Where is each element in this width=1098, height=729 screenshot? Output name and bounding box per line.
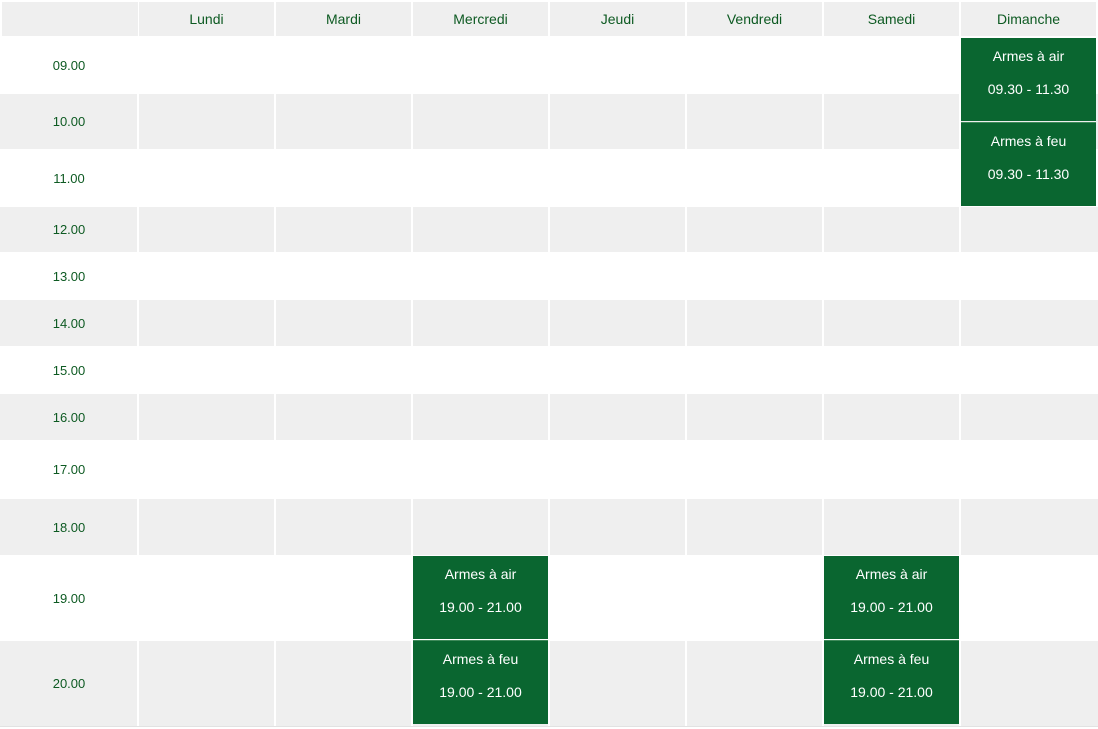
time-label: 14.00 bbox=[52, 315, 86, 331]
event-mercredi-feu[interactable]: Armes à feu 19.00 - 21.00 bbox=[413, 640, 548, 724]
event-time: 19.00 - 21.00 bbox=[850, 599, 933, 615]
event-time: 19.00 - 21.00 bbox=[850, 684, 933, 700]
time-label: 10.00 bbox=[52, 114, 86, 129]
time-label: 18.00 bbox=[52, 519, 86, 535]
column-divider bbox=[137, 36, 139, 726]
time-label: 11.00 bbox=[53, 170, 85, 186]
column-divider bbox=[685, 36, 687, 726]
time-label: 19.00 bbox=[52, 590, 86, 606]
time-label: 15.00 bbox=[52, 362, 86, 378]
event-time: 19.00 - 21.00 bbox=[439, 599, 522, 615]
event-title: Armes à feu bbox=[990, 133, 1067, 149]
event-title: Armes à air bbox=[444, 566, 517, 582]
event-time: 19.00 - 21.00 bbox=[439, 684, 522, 700]
day-header-mardi: Mardi bbox=[276, 2, 411, 36]
event-dimanche-feu[interactable]: Armes à feu 09.30 - 11.30 bbox=[961, 122, 1096, 206]
timetable: Lundi Mardi Mercredi Jeudi Vendredi Samedi Dim… bbox=[0, 0, 1098, 729]
day-header-dimanche: Dimanche bbox=[961, 2, 1096, 36]
event-time: 09.30 - 11.30 bbox=[987, 166, 1070, 182]
event-time: 09.30 - 11.30 bbox=[987, 81, 1070, 97]
day-header-lundi: Lundi bbox=[139, 2, 274, 36]
header-corner bbox=[2, 2, 138, 36]
column-divider bbox=[274, 36, 276, 726]
day-header-vendredi: Vendredi bbox=[687, 2, 822, 36]
event-samedi-air[interactable]: Armes à air 19.00 - 21.00 bbox=[824, 556, 959, 639]
day-header-samedi: Samedi bbox=[824, 2, 959, 36]
event-title: Armes à feu bbox=[442, 651, 519, 667]
day-header-mercredi: Mercredi bbox=[413, 2, 548, 36]
time-label: 13.00 bbox=[52, 268, 86, 284]
table-bottom-border bbox=[0, 726, 1098, 727]
event-title: Armes à air bbox=[992, 48, 1065, 64]
day-header-jeudi: Jeudi bbox=[550, 2, 685, 36]
event-dimanche-air[interactable]: Armes à air 09.30 - 11.30 bbox=[961, 38, 1096, 121]
event-title: Armes à air bbox=[855, 566, 928, 582]
time-label: 16.00 bbox=[52, 409, 86, 425]
time-label: 17.00 bbox=[52, 462, 86, 477]
event-mercredi-air[interactable]: Armes à air 19.00 - 21.00 bbox=[413, 556, 548, 639]
column-divider bbox=[548, 36, 550, 726]
event-samedi-feu[interactable]: Armes à feu 19.00 - 21.00 bbox=[824, 640, 959, 724]
time-label: 09.00 bbox=[52, 57, 86, 73]
event-title: Armes à feu bbox=[853, 651, 930, 667]
time-label: 20.00 bbox=[52, 676, 86, 691]
time-label: 12.00 bbox=[52, 222, 86, 237]
